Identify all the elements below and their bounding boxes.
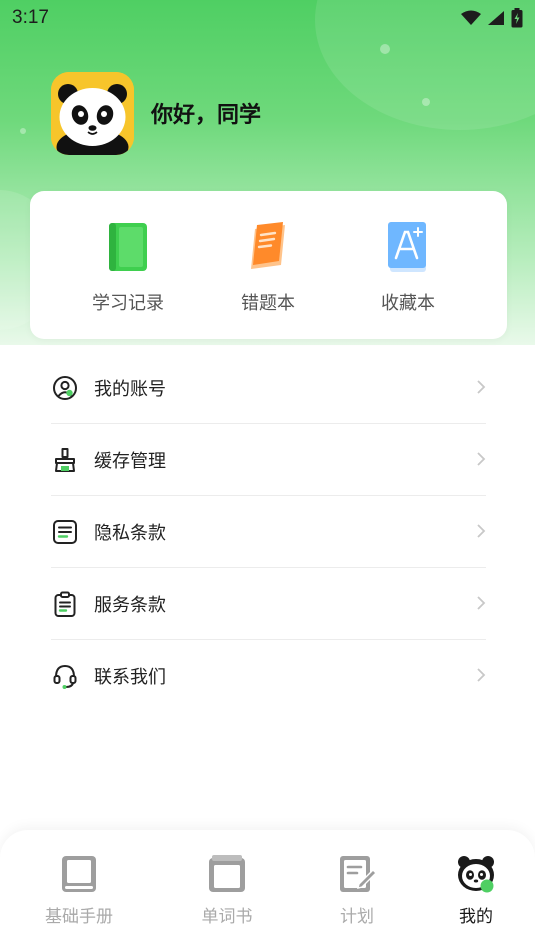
signal-icon <box>487 10 505 26</box>
menu-item-privacy-policy[interactable]: 隐私条款 <box>51 496 486 568</box>
headset-icon <box>51 662 79 690</box>
green-book-icon <box>103 217 153 277</box>
decor-dot <box>20 128 26 134</box>
menu-item-label: 联系我们 <box>94 667 166 688</box>
wordbook-icon <box>205 852 249 896</box>
status-bar: 3:17 <box>0 0 535 36</box>
quick-action-favorites[interactable]: 收藏本 <box>348 217 468 317</box>
blue-letter-a-icon <box>383 217 433 277</box>
tab-mine[interactable]: 我的 <box>421 852 531 927</box>
document-icon <box>51 518 79 546</box>
tab-plan[interactable]: 计划 <box>302 852 412 927</box>
chevron-right-icon <box>476 595 486 615</box>
menu-item-label: 服务条款 <box>94 594 166 616</box>
menu-item-terms-of-service[interactable]: 服务条款 <box>51 568 486 640</box>
chevron-right-icon <box>476 523 486 543</box>
panda-avatar-icon <box>51 72 134 155</box>
quick-action-label: 学习记录 <box>92 293 164 314</box>
battery-icon <box>511 8 523 28</box>
quick-action-label: 收藏本 <box>381 293 435 314</box>
orange-notebook-icon <box>243 217 293 277</box>
tab-word-book[interactable]: 单词书 <box>172 852 282 927</box>
tab-label: 我的 <box>459 907 493 927</box>
plan-icon <box>335 852 379 896</box>
chevron-right-icon <box>476 451 486 471</box>
menu-item-my-account[interactable]: 我的账号 <box>51 352 486 424</box>
menu-item-cache-management[interactable]: 缓存管理 <box>51 424 486 496</box>
avatar[interactable] <box>51 72 134 155</box>
menu-item-label: 隐私条款 <box>94 522 166 544</box>
settings-menu: 我的账号 缓存管理 隐私条款 服务条款 联系我们 <box>51 352 486 712</box>
tab-label: 单词书 <box>201 907 253 927</box>
panda-icon <box>454 852 498 896</box>
clipboard-icon <box>51 590 79 618</box>
broom-icon <box>51 446 79 474</box>
decor-dot <box>380 44 390 54</box>
user-circle-icon <box>51 374 79 402</box>
greeting-text: 你好，同学 <box>151 103 262 128</box>
quick-action-wrong-questions[interactable]: 错题本 <box>208 217 328 317</box>
status-time: 3:17 <box>12 7 49 28</box>
wifi-icon <box>461 10 481 26</box>
chevron-right-icon <box>476 667 486 687</box>
tab-label: 计划 <box>340 907 374 927</box>
decor-dot <box>422 98 430 106</box>
tab-basic-manual[interactable]: 基础手册 <box>24 852 134 927</box>
quick-action-label: 错题本 <box>241 293 295 314</box>
manual-icon <box>57 852 101 896</box>
menu-item-label: 我的账号 <box>94 378 166 400</box>
status-icons <box>461 8 523 28</box>
quick-actions-card: 学习记录 错题本 收藏本 <box>30 191 507 339</box>
menu-item-contact-us[interactable]: 联系我们 <box>51 640 486 712</box>
quick-action-study-record[interactable]: 学习记录 <box>68 217 188 317</box>
tab-label: 基础手册 <box>45 907 113 927</box>
menu-item-label: 缓存管理 <box>94 450 166 472</box>
chevron-right-icon <box>476 379 486 399</box>
bottom-nav: 基础手册 单词书 计划 我的 <box>0 830 535 951</box>
